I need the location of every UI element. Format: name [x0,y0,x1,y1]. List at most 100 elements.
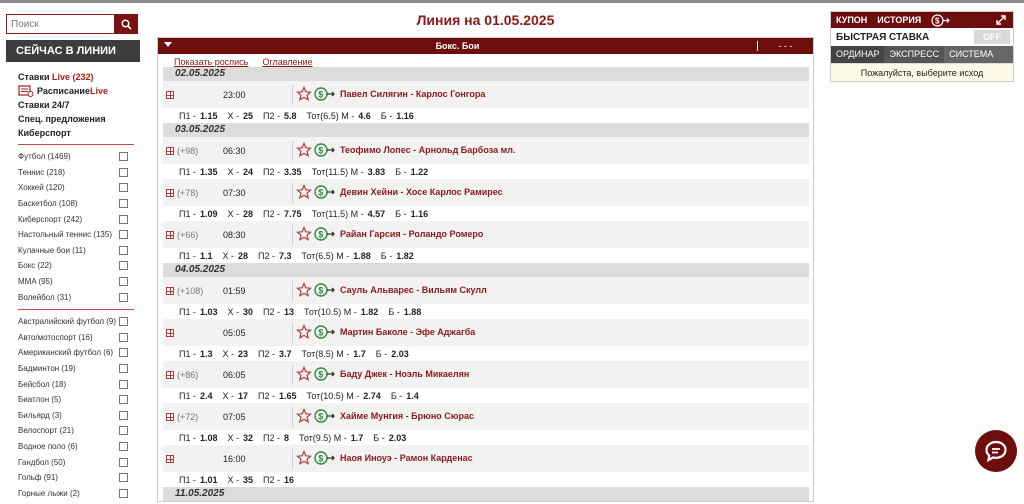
sport-checkbox[interactable] [119,214,128,224]
more-markets-count[interactable]: (+72) [177,412,198,422]
favorite-star-icon[interactable] [296,226,312,242]
toc-link[interactable]: Оглавление [262,57,312,67]
sport-checkbox[interactable] [119,261,128,271]
odd-under[interactable]: 1.7 [351,433,364,443]
odd-x[interactable]: 17 [238,391,248,401]
sport-checkbox[interactable] [119,488,128,498]
event-teams[interactable]: Баду Джек - Ноэль Микаелян [340,369,469,379]
sport-checkbox[interactable] [119,332,128,342]
fast-bet-toggle[interactable]: OFF [974,30,1010,44]
quick-bet-icon[interactable]: $ [314,324,336,340]
menu-esports[interactable]: Киберспорт [18,126,140,140]
sport-checkbox[interactable] [119,317,128,327]
sport-item[interactable]: Водное поло (6) [18,439,140,455]
favorite-button[interactable] [296,86,312,105]
favorite-star-icon[interactable] [296,324,312,340]
tab-express[interactable]: ЭКСПРЕСС [884,46,945,63]
quick-bet-icon[interactable]: $ [314,226,336,242]
odd-x[interactable]: 24 [243,167,253,177]
event-grid-icon[interactable] [166,147,174,155]
event-grid-icon[interactable] [166,189,174,197]
event-teams[interactable]: Девин Хейни - Хосе Карлос Рамирес [340,187,503,197]
more-markets-count[interactable]: (+86) [177,370,198,380]
favorite-star-icon[interactable] [296,142,312,158]
quick-bet-icon[interactable]: $ [314,184,336,200]
odd-x[interactable]: 35 [243,475,253,485]
sport-item[interactable]: Гольф (91) [18,470,140,486]
odd-p2[interactable]: 3.35 [284,167,302,177]
sport-checkbox[interactable] [119,364,128,374]
chat-button[interactable] [975,430,1017,472]
quick-bet-icon[interactable]: $ [314,282,336,298]
sport-checkbox[interactable] [119,292,128,302]
odd-x[interactable]: 23 [238,349,248,359]
sport-item[interactable]: Горные лыжи (2) [18,485,140,501]
odd-p1[interactable]: 1.03 [200,307,218,317]
sport-checkbox[interactable] [119,441,128,451]
odd-under[interactable]: 1.7 [353,349,366,359]
expand-icon[interactable] [995,14,1007,26]
quick-bet-icon[interactable]: $ [314,142,336,158]
favorite-button[interactable] [296,226,312,245]
odd-p2[interactable]: 13 [284,307,294,317]
event-grid-icon[interactable] [166,455,174,463]
sport-item[interactable]: Настольный теннис (135) [18,227,140,243]
odd-p1[interactable]: 1.15 [200,111,218,121]
sport-item[interactable]: Биатлон (5) [18,392,140,408]
favorite-star-icon[interactable] [296,184,312,200]
favorite-star-icon[interactable] [296,86,312,102]
more-markets-count[interactable]: (+108) [177,286,203,296]
quick-bet-button[interactable]: $ [314,366,336,385]
favorite-star-icon[interactable] [296,408,312,424]
tab-single[interactable]: ОРДИНАР [831,46,885,63]
sport-item[interactable]: Волейбол (31) [18,289,140,305]
tab-history[interactable]: ИСТОРИЯ [877,15,921,25]
sport-checkbox[interactable] [119,348,128,358]
sport-item[interactable]: MMA (95) [18,274,140,290]
sport-item[interactable]: Бокс (22) [18,258,140,274]
sport-checkbox[interactable] [119,167,128,177]
search-input[interactable] [6,14,114,34]
sport-item[interactable]: Хоккей (120) [18,180,140,196]
odd-p1[interactable]: 1.3 [200,349,213,359]
quick-bet-icon[interactable]: $ [314,86,336,102]
event-grid-icon[interactable] [166,413,174,421]
favorite-button[interactable] [296,184,312,203]
quick-bet-button[interactable]: $ [314,450,336,469]
event-teams[interactable]: Теофимо Лопес - Арнольд Барбоза мл. [340,145,515,155]
sport-item[interactable]: Баскетбол (108) [18,196,140,212]
sport-item[interactable]: Американский футбол (6) [18,345,140,361]
quick-bet-button[interactable]: $ [314,408,336,427]
odd-under[interactable]: 2.74 [363,391,381,401]
sport-item[interactable]: Кулачные бои (11) [18,243,140,259]
sport-item[interactable]: Гандбол (50) [18,454,140,470]
favorite-star-icon[interactable] [296,282,312,298]
quick-bet-icon[interactable]: $ [314,408,336,424]
favorite-button[interactable] [296,324,312,343]
sport-checkbox[interactable] [119,183,128,193]
odd-p1[interactable]: 1.08 [200,433,218,443]
event-grid-icon[interactable] [166,91,174,99]
sport-checkbox[interactable] [119,199,128,209]
odd-over[interactable]: 1.4 [406,391,419,401]
quick-bet-icon[interactable]: $ [314,450,336,466]
event-teams[interactable]: Павел Силягин - Карлос Гонгора [340,89,485,99]
sport-item[interactable]: Бильярд (3) [18,408,140,424]
sport-checkbox[interactable] [119,277,128,287]
event-teams[interactable]: Хайме Мунгия - Брюно Сюрас [340,411,474,421]
menu-live-schedule[interactable]: Расписание Live [18,84,140,98]
sport-checkbox[interactable] [119,245,128,255]
quick-bet-button[interactable]: $ [314,86,336,105]
odd-p2[interactable]: 8 [284,433,289,443]
sport-item[interactable]: Авто/мотоспорт (16) [18,330,140,346]
sport-item[interactable]: Австралийский футбол (9) [18,314,140,330]
favorite-button[interactable] [296,408,312,427]
event-teams[interactable]: Наоя Иноуэ - Рамон Карденас [340,453,473,463]
favorite-button[interactable] [296,450,312,469]
sport-checkbox[interactable] [119,152,128,162]
search-button[interactable] [114,14,138,34]
sport-item[interactable]: Велоспорт (21) [18,423,140,439]
odd-over[interactable]: 2.03 [391,349,409,359]
odd-p2[interactable]: 7.3 [279,251,292,261]
favorite-button[interactable] [296,366,312,385]
